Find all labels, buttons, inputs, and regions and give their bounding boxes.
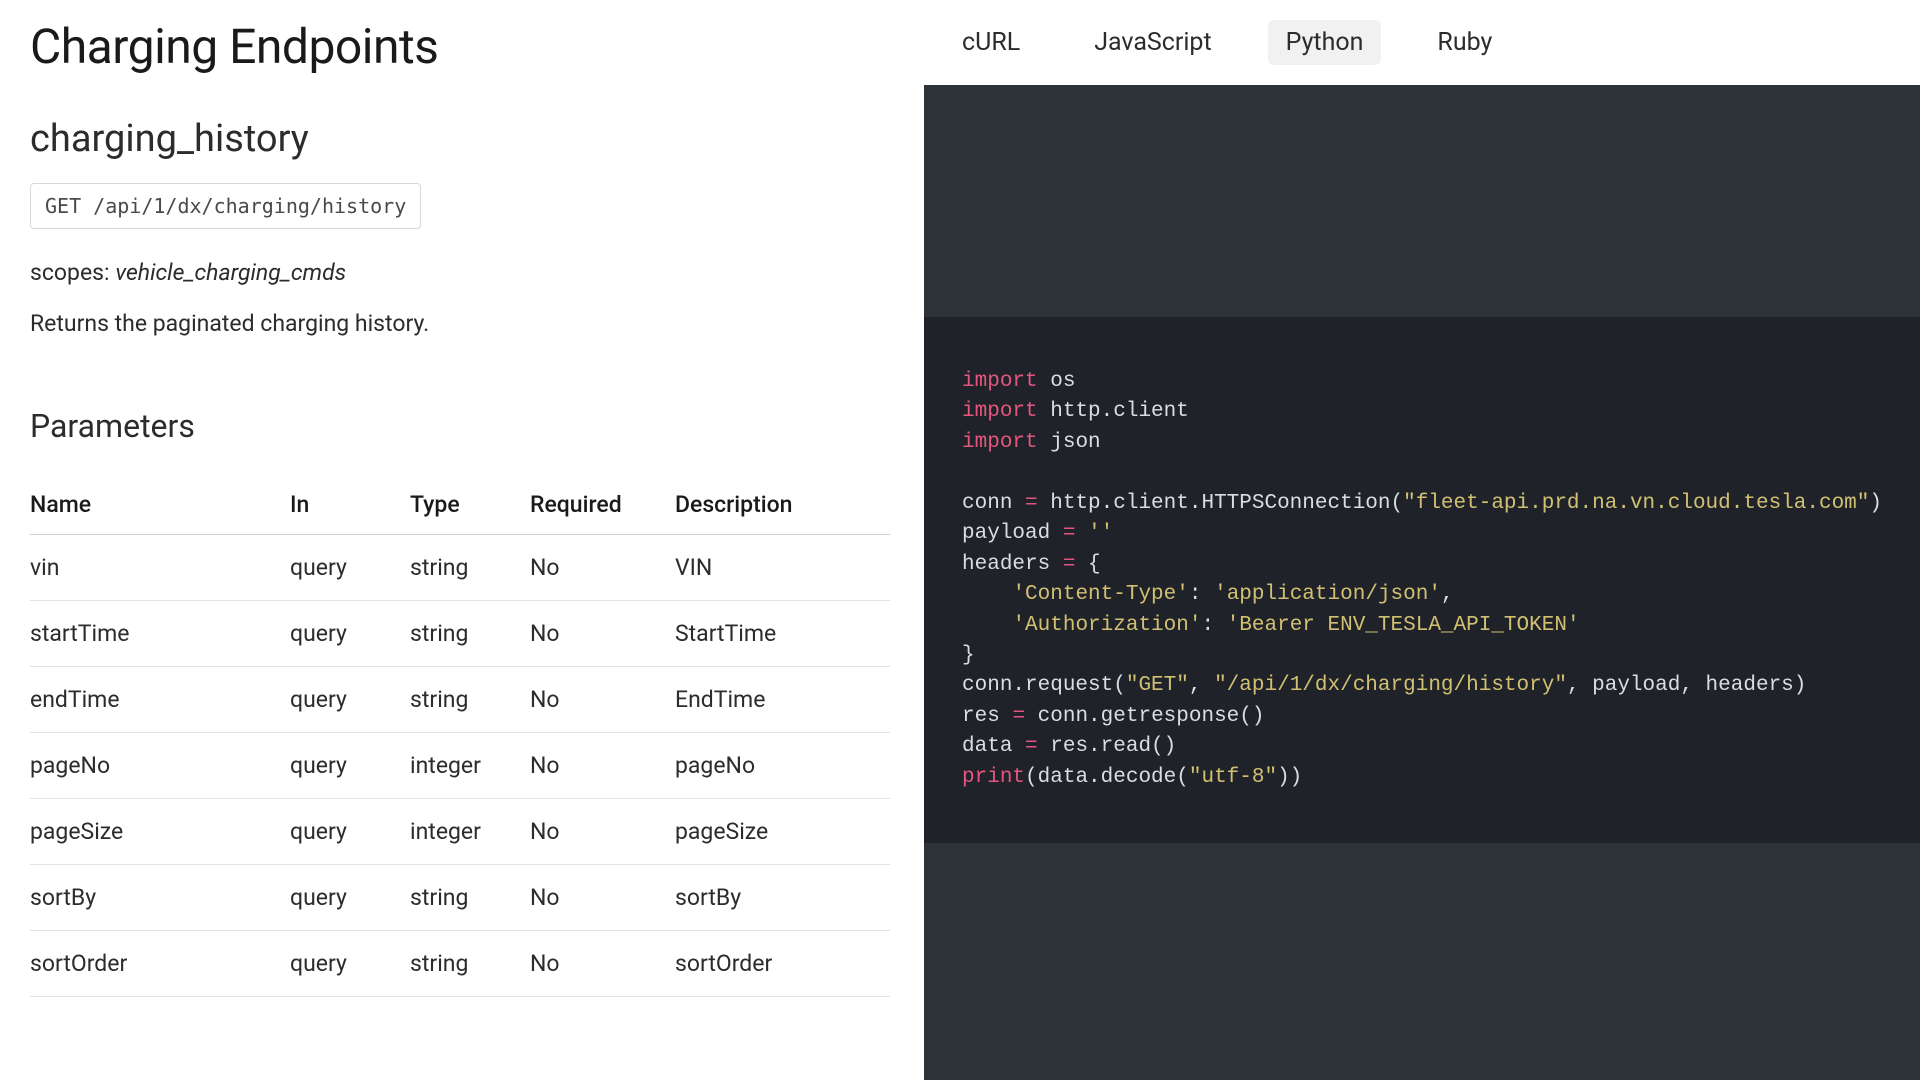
endpoint-path: GET /api/1/dx/charging/history	[30, 183, 421, 229]
table-header: Name	[30, 475, 290, 535]
table-cell: No	[530, 733, 675, 799]
table-row: startTimequerystringNoStartTime	[30, 601, 890, 667]
table-cell: query	[290, 601, 410, 667]
table-header: In	[290, 475, 410, 535]
table-cell: string	[410, 667, 530, 733]
table-row: sortByquerystringNosortBy	[30, 865, 890, 931]
table-header-row: NameInTypeRequiredDescription	[30, 475, 890, 535]
table-cell: VIN	[675, 535, 890, 601]
table-cell: query	[290, 667, 410, 733]
doc-left-pane: Charging Endpoints charging_history GET …	[0, 0, 924, 1080]
table-cell: sortOrder	[30, 931, 290, 997]
tab-ruby[interactable]: Ruby	[1419, 20, 1510, 65]
code-sample: import os import http.client import json…	[924, 317, 1920, 843]
table-cell: string	[410, 865, 530, 931]
table-cell: pageSize	[30, 799, 290, 865]
table-row: vinquerystringNoVIN	[30, 535, 890, 601]
table-cell: query	[290, 799, 410, 865]
parameters-title: Parameters	[30, 407, 894, 445]
table-row: sortOrderquerystringNosortOrder	[30, 931, 890, 997]
table-cell: vin	[30, 535, 290, 601]
code-spacer	[924, 85, 1920, 317]
table-cell: sortOrder	[675, 931, 890, 997]
table-row: endTimequerystringNoEndTime	[30, 667, 890, 733]
table-cell: pageSize	[675, 799, 890, 865]
table-cell: EndTime	[675, 667, 890, 733]
table-cell: query	[290, 865, 410, 931]
table-header: Required	[530, 475, 675, 535]
table-cell: startTime	[30, 601, 290, 667]
tab-curl[interactable]: cURL	[944, 20, 1038, 65]
scopes-label: scopes:	[30, 259, 110, 286]
table-cell: string	[410, 931, 530, 997]
table-cell: query	[290, 535, 410, 601]
parameters-table: NameInTypeRequiredDescription vinqueryst…	[30, 475, 890, 997]
table-cell: integer	[410, 799, 530, 865]
page-title: Charging Endpoints	[30, 18, 894, 75]
table-header: Description	[675, 475, 890, 535]
table-cell: No	[530, 799, 675, 865]
table-cell: StartTime	[675, 601, 890, 667]
table-cell: No	[530, 535, 675, 601]
table-cell: No	[530, 667, 675, 733]
table-cell: pageNo	[675, 733, 890, 799]
table-cell: string	[410, 535, 530, 601]
endpoint-description: Returns the paginated charging history.	[30, 310, 894, 337]
table-cell: No	[530, 865, 675, 931]
table-cell: sortBy	[30, 865, 290, 931]
endpoint-scopes: scopes: vehicle_charging_cmds	[30, 259, 894, 286]
table-cell: string	[410, 601, 530, 667]
table-cell: integer	[410, 733, 530, 799]
scopes-value: vehicle_charging_cmds	[115, 259, 346, 286]
table-row: pageSizequeryintegerNopageSize	[30, 799, 890, 865]
endpoint-name: charging_history	[30, 117, 894, 161]
code-right-pane: cURL JavaScript Python Ruby import os impor…	[924, 0, 1920, 1080]
table-cell: query	[290, 931, 410, 997]
table-cell: pageNo	[30, 733, 290, 799]
table-header: Type	[410, 475, 530, 535]
table-cell: endTime	[30, 667, 290, 733]
tab-python[interactable]: Python	[1268, 20, 1382, 65]
table-cell: query	[290, 733, 410, 799]
tab-javascript[interactable]: JavaScript	[1076, 20, 1229, 65]
language-tab-bar: cURL JavaScript Python Ruby	[924, 0, 1920, 85]
table-cell: No	[530, 931, 675, 997]
table-cell: No	[530, 601, 675, 667]
table-row: pageNoqueryintegerNopageNo	[30, 733, 890, 799]
table-cell: sortBy	[675, 865, 890, 931]
